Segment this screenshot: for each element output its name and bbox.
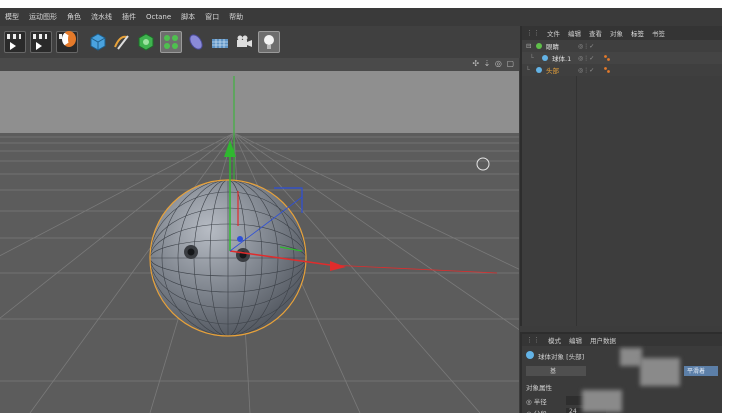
material-tag-icon[interactable]	[604, 55, 610, 61]
pen-spline-icon[interactable]	[112, 32, 132, 52]
om-tab-file[interactable]: 文件	[543, 28, 564, 38]
redacted-block	[640, 358, 680, 386]
sphere-object-icon	[536, 67, 542, 73]
attr-tab-userdata[interactable]: 用户数据	[586, 335, 620, 345]
3d-viewport[interactable]: ✣ ⇣ ◎ ▢	[0, 58, 519, 413]
menu-pipeline[interactable]: 流水线	[86, 12, 117, 22]
menu-script[interactable]: 脚本	[176, 12, 200, 22]
viewport-sky	[0, 71, 519, 133]
object-row-sphere1[interactable]: └ 球体.1 ◎⋮✓	[522, 52, 722, 64]
om-tab-bookmarks[interactable]: 书签	[648, 28, 669, 38]
null-object-icon	[536, 43, 542, 49]
attr-basic-tab-label: 基	[550, 368, 557, 375]
radius-label-text: 半径	[533, 398, 547, 406]
attr-tab-edit[interactable]: 编辑	[565, 335, 586, 345]
main-toolbar	[0, 26, 520, 58]
material-tag-icon[interactable]	[604, 67, 610, 73]
menu-character[interactable]: 角色	[62, 12, 86, 22]
om-tab-objects[interactable]: 对象	[606, 28, 627, 38]
segments-label: ◎ 分段	[526, 408, 547, 413]
grip-icon: ⋮⋮	[526, 29, 540, 37]
expand-icon[interactable]: ⊟	[526, 42, 531, 50]
om-tab-tags[interactable]: 标签	[627, 28, 648, 38]
attribute-tabs: ⋮⋮ 模式 编辑 用户数据	[522, 334, 722, 346]
tree-branch: └	[526, 66, 530, 74]
menu-mograph[interactable]: 运动图形	[24, 12, 62, 22]
viewport-navigation-icon[interactable]: ✣ ⇣ ◎ ▢	[472, 59, 515, 68]
tree-branch: └	[530, 54, 534, 62]
eye-right[interactable]	[236, 248, 250, 262]
attr-section-heading: 对象属性	[526, 384, 552, 392]
menu-modeling[interactable]: 模型	[0, 12, 24, 22]
deformer-bend-icon[interactable]	[186, 32, 206, 52]
object-manager-tabs: ⋮⋮ 文件 编辑 查看 对象 标签 书签	[522, 26, 722, 40]
menu-help[interactable]: 帮助	[224, 12, 248, 22]
menu-window[interactable]: 窗口	[200, 12, 224, 22]
render-view-clapper-icon[interactable]	[4, 31, 26, 53]
om-tab-view[interactable]: 查看	[585, 28, 606, 38]
attr-phong-tab[interactable]: 平滑着	[684, 366, 718, 376]
om-tab-edit[interactable]: 编辑	[564, 28, 585, 38]
attr-phong-tab-label: 平滑着	[687, 368, 706, 375]
eye-left[interactable]	[184, 245, 198, 259]
viewport-header: ✣ ⇣ ◎ ▢	[0, 58, 519, 71]
object-manager-panel: ⋮⋮ 文件 编辑 查看 对象 标签 书签 ⊟ 眼睛 ◎⋮✓ └ 球体.1 ◎⋮✓…	[520, 26, 722, 326]
menu-octane[interactable]: Octane	[141, 13, 176, 21]
radius-label: ◎ 半径	[526, 398, 547, 406]
object-row-eyes[interactable]: ⊟ 眼睛 ◎⋮✓	[522, 40, 722, 52]
render-settings-clapper-icon[interactable]	[56, 31, 78, 53]
camera-icon[interactable]	[234, 32, 254, 52]
object-name: 眼睛	[546, 43, 559, 51]
attribute-manager-panel: ⋮⋮ 模式 编辑 用户数据 球体对象 [头部] 基 平滑着 对象属性 ◎ 半径 …	[520, 332, 722, 413]
object-name-selected: 头部	[546, 67, 559, 75]
visibility-toggle-icon[interactable]: ◎⋮✓	[578, 67, 594, 74]
grip-icon: ⋮⋮	[526, 336, 540, 344]
subdivision-surface-icon[interactable]	[136, 32, 156, 52]
visibility-toggle-icon[interactable]: ◎⋮✓	[578, 43, 594, 50]
cube-icon[interactable]	[88, 32, 108, 52]
viewport-scene	[0, 71, 519, 413]
render-picture-viewer-clapper-icon[interactable]	[30, 31, 52, 53]
redacted-block	[620, 348, 642, 366]
menu-bar: 模型 运动图形 角色 流水线 插件 Octane 脚本 窗口 帮助	[0, 8, 722, 26]
attr-object-title: 球体对象 [头部]	[538, 353, 585, 361]
object-name: 球体.1	[552, 55, 572, 63]
column-divider	[576, 76, 577, 326]
sphere-object-icon	[526, 351, 534, 359]
menu-plugins[interactable]: 插件	[117, 12, 141, 22]
redacted-block	[582, 390, 622, 412]
attr-basic-tab[interactable]: 基	[526, 366, 586, 376]
floor-icon[interactable]	[210, 32, 230, 52]
array-icon[interactable]	[160, 31, 182, 53]
light-bulb-icon[interactable]	[258, 31, 280, 53]
attr-tab-mode[interactable]: 模式	[544, 335, 565, 345]
object-row-head[interactable]: └ 头部 ◎⋮✓	[522, 64, 722, 76]
visibility-toggle-icon[interactable]: ◎⋮✓	[578, 55, 594, 62]
sphere-object-icon	[542, 55, 548, 61]
cinema4d-window: 模型 运动图形 角色 流水线 插件 Octane 脚本 窗口 帮助 ✣ ⇣ ◎ …	[0, 8, 722, 413]
